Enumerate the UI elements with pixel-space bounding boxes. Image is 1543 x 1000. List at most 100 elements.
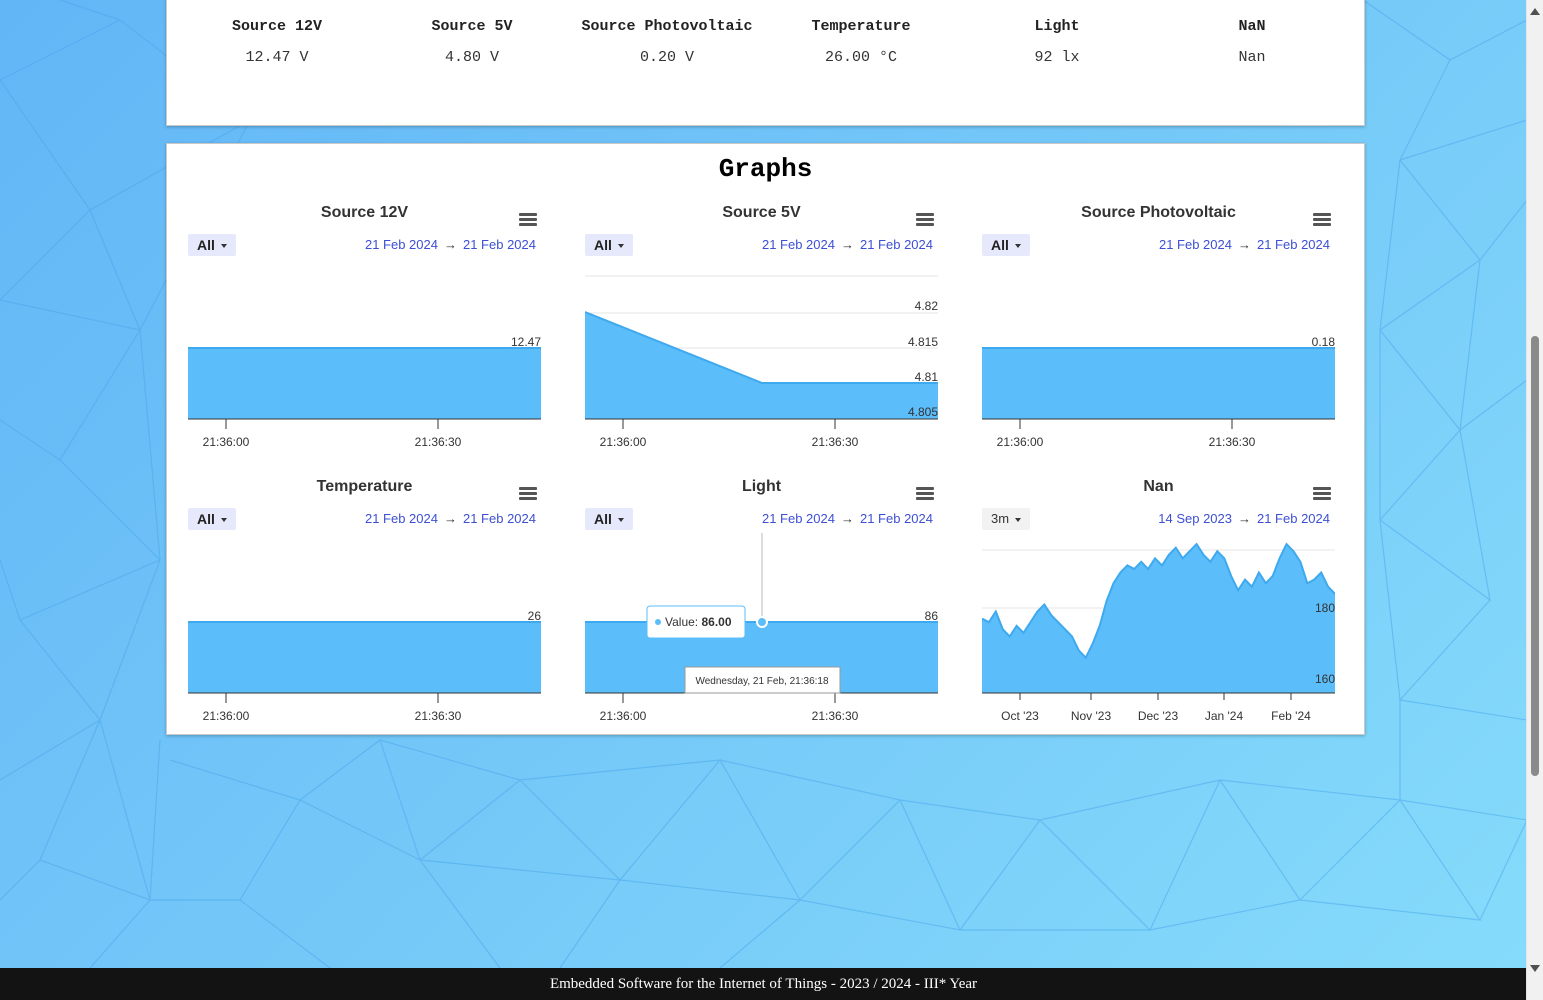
range-selector[interactable]: All [585,234,633,256]
sensor-name: Temperature [811,18,911,35]
range-selector[interactable]: 3m [982,508,1031,530]
last-value-label: 12.47 [511,335,541,349]
plot-area[interactable]: 21:36:00 21:36:30 26 [188,533,541,738]
date-to[interactable]: 21 Feb 2024 [860,237,933,252]
date-range: 21 Feb 2024 → 21 Feb 2024 [365,237,536,252]
range-selector[interactable]: All [188,508,236,530]
scroll-down-icon[interactable] [1530,965,1540,972]
date-to[interactable]: 21 Feb 2024 [1257,237,1330,252]
date-from[interactable]: 21 Feb 2024 [365,237,438,252]
x-tick-label: 21:36:00 [600,709,647,723]
chart-title: Nan [1143,478,1174,495]
arrow-right-icon: → [840,237,854,252]
x-tick-label: 21:36:30 [812,435,859,449]
date-range: 21 Feb 2024 → 21 Feb 2024 [762,511,933,526]
x-tick-label: 21:36:30 [812,709,859,723]
area-fill [982,348,1335,419]
y-tick-label: 4.815 [908,335,938,349]
date-to[interactable]: 21 Feb 2024 [463,511,536,526]
tooltip: Value: 86.00 [646,605,746,639]
caret-down-icon [617,518,624,523]
x-tick-label: 21:36:30 [415,435,462,449]
date-from[interactable]: 14 Sep 2023 [1158,511,1232,526]
range-label: All [594,237,612,253]
sensor-nan: NaN Nan [1152,15,1352,66]
date-range: 21 Feb 2024 → 21 Feb 2024 [365,511,536,526]
chart-title: Source 5V [722,204,801,221]
area-fill [188,622,541,693]
menu-icon[interactable] [916,487,934,501]
date-range: 21 Feb 2024 → 21 Feb 2024 [1159,237,1330,252]
tooltip-label: Value: [665,615,698,629]
date-to[interactable]: 21 Feb 2024 [860,511,933,526]
chart-nan: Nan 3m 14 Sep 2023 → 21 Feb 2024 Oct '23 N… [982,478,1335,738]
x-tick-label: 21:36:30 [1209,435,1256,449]
sensor-value: 4.80 V [444,49,499,66]
chart-title: Source 12V [320,204,409,221]
sensor-value: 92 lx [1034,49,1080,66]
last-value-label: 26 [528,609,541,623]
area-fill [982,544,1335,693]
date-to[interactable]: 21 Feb 2024 [463,237,536,252]
last-value-label: 0.18 [1312,335,1335,349]
y-tick-label: 160 [1315,672,1335,686]
plot-area[interactable]: 21:36:00 21:36:30 0.18 [982,259,1335,464]
range-selector[interactable]: All [982,234,1030,256]
menu-icon[interactable] [1313,213,1331,227]
chart-light: Light All 21 Feb 2024 → 21 Feb 2024 21:36:… [585,478,938,738]
sensor-source-photovoltaic: Source Photovoltaic 0.20 V [567,15,767,66]
chart-source-photovoltaic: Source Photovoltaic All 21 Feb 2024 → 21 F… [982,204,1335,464]
range-selector[interactable]: All [188,234,236,256]
range-selector[interactable]: All [585,508,633,530]
scrollbar[interactable] [1526,0,1543,1000]
sensor-name: Light [1034,18,1080,35]
date-to[interactable]: 21 Feb 2024 [1257,511,1330,526]
date-from[interactable]: 21 Feb 2024 [762,237,835,252]
area-fill [188,348,541,419]
plot-area[interactable]: Oct '23 Nov '23 Dec '23 Jan '24 Feb '24 … [982,533,1335,738]
range-label: All [594,511,612,527]
y-tick-label: 4.82 [915,299,938,313]
sensor-value: Nan [1238,49,1266,66]
x-tick-label: 21:36:00 [203,435,250,449]
menu-icon[interactable] [1313,487,1331,501]
x-tick-label: 21:36:00 [203,709,250,723]
date-from[interactable]: 21 Feb 2024 [1159,237,1232,252]
plot-area[interactable]: 21:36:00 21:36:30 86 Value: 86.00 Wednes… [585,533,938,738]
date-from[interactable]: 21 Feb 2024 [762,511,835,526]
graphs-title: Graphs [718,154,813,184]
sensor-name: NaN [1238,18,1266,35]
chart-source-12v: Source 12V All 21 Feb 2024 → 21 Feb 2024 2… [188,204,541,464]
chart-temperature: Temperature All 21 Feb 2024 → 21 Feb 2024 … [188,478,541,738]
date-from[interactable]: 21 Feb 2024 [365,511,438,526]
chart-title: Light [741,478,782,495]
y-tick-label: 180 [1315,601,1335,615]
scroll-thumb[interactable] [1531,336,1539,776]
menu-icon[interactable] [519,487,537,501]
y-tick-label: 4.81 [915,370,938,384]
menu-icon[interactable] [916,213,934,227]
caret-down-icon [220,518,227,523]
sensor-temperature: Temperature 26.00 °C [761,15,961,66]
arrow-right-icon: → [1237,511,1251,526]
x-tick-label: Nov '23 [1071,709,1112,723]
caret-down-icon [617,244,624,249]
crosshair-time: Wednesday, 21 Feb, 21:36:18 [695,676,828,687]
scroll-up-icon[interactable] [1530,8,1540,15]
crosshair-label: Wednesday, 21 Feb, 21:36:18 [684,666,841,694]
x-tick-label: 21:36:00 [997,435,1044,449]
menu-icon[interactable] [519,213,537,227]
x-tick-label: Dec '23 [1138,709,1179,723]
plot-area[interactable]: 21:36:00 21:36:30 4.82 4.815 4.81 4.805 [585,259,938,464]
sensor-light: Light 92 lx [957,15,1157,66]
sensor-values-card: Source 12V 12.47 V Source 5V 4.80 V Sour… [166,0,1365,126]
last-value-label: 86 [925,609,939,623]
chart-title: Temperature [316,478,413,495]
plot-area[interactable]: 21:36:00 21:36:30 12.47 [188,259,541,464]
x-tick-label: 21:36:30 [415,709,462,723]
range-label: All [197,511,215,527]
x-tick-label: 21:36:00 [600,435,647,449]
caret-down-icon [220,244,227,249]
graphs-card: Graphs Source 12V All 21 Feb 2024 → 21 Feb… [166,143,1365,735]
date-range: 21 Feb 2024 → 21 Feb 2024 [762,237,933,252]
